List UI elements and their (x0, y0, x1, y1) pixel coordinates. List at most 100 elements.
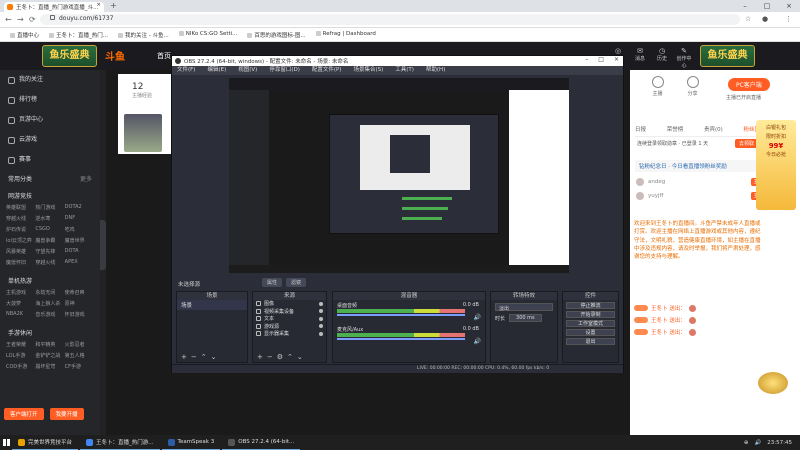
category-link[interactable]: NBA2K (6, 311, 35, 318)
star-icon[interactable]: ☆ (745, 15, 751, 23)
category-link[interactable]: 大菠萝 (6, 300, 35, 307)
minimize-button[interactable]: – (734, 0, 756, 12)
category-link[interactable]: 金铲铲之战 (35, 352, 64, 359)
douyu-logo[interactable]: 斗鱼 (105, 48, 125, 63)
category-link[interactable]: 音乐游戏 (35, 311, 64, 318)
category-link[interactable]: 炉石传说 (6, 226, 35, 233)
category-link[interactable]: 使命召唤 (65, 289, 94, 296)
bookmark[interactable]: 直播中心 (10, 31, 39, 39)
category-link[interactable]: 穿越火线 (35, 259, 64, 266)
header-icon-item[interactable]: ✎ 创作中心 (676, 47, 692, 69)
category-link[interactable]: 风暴英雄 (6, 248, 35, 255)
bookmark[interactable]: 我的关注 - 斗鱼... (118, 31, 169, 39)
category-link[interactable]: 原神 (65, 300, 94, 307)
category-link[interactable]: APEX (65, 259, 94, 266)
category-link[interactable]: 王者荣耀 (6, 341, 35, 348)
obs-maximize-button[interactable]: □ (598, 56, 604, 63)
taskbar-item[interactable]: 完美世界竞技平台 (12, 435, 79, 450)
speaker-icon[interactable]: 🔊 (474, 338, 481, 345)
new-tab-button[interactable]: + (110, 1, 117, 10)
source-item[interactable]: 文本 (253, 315, 326, 323)
category-link[interactable]: CF手游 (65, 363, 94, 370)
add-icon[interactable]: + (257, 353, 263, 362)
eye-icon[interactable] (319, 316, 323, 321)
sidebar-item-rank[interactable]: 排行榜 (0, 90, 100, 110)
menu-icon[interactable]: ⋮ (785, 15, 792, 23)
sidebar-item-follow[interactable]: 我的关注 (0, 70, 100, 90)
category-link[interactable]: DNF (65, 215, 94, 222)
open-client-button[interactable]: 客户端打开 (4, 408, 44, 420)
maximize-button[interactable]: □ (756, 0, 778, 12)
category-link[interactable]: lol云顶之弈 (6, 237, 35, 244)
url-input[interactable]: douyu.com/61737 (40, 14, 740, 25)
event-logo-right[interactable]: 鱼乐盛典 (700, 45, 755, 67)
gear-icon[interactable]: ⚙ (277, 353, 283, 362)
category-link[interactable]: 主机游戏 (6, 289, 35, 296)
settings-button[interactable]: 设置 (566, 329, 615, 336)
sidebar-item-esports[interactable]: 赛事 (0, 150, 100, 170)
obs-menu-item[interactable]: 视图(V) (238, 66, 257, 75)
forward-icon[interactable]: → (17, 15, 24, 24)
category-link[interactable]: 和平精英 (35, 341, 64, 348)
obs-menu-item[interactable]: 帮助(H) (426, 66, 445, 75)
back-icon[interactable]: ← (5, 15, 12, 24)
tab-honor[interactable]: 荣誉榜 (667, 125, 684, 133)
down-icon[interactable]: ⌄ (297, 353, 303, 362)
header-icon-item[interactable]: ◷ 历史 (654, 47, 670, 69)
obs-menu-item[interactable]: 场景集合(S) (353, 66, 383, 75)
category-link[interactable]: 吃鸡 (65, 226, 94, 233)
network-icon[interactable]: ⊕ (744, 440, 749, 446)
category-link[interactable]: 穿越火线 (6, 215, 35, 222)
obs-menu-item[interactable]: 编辑(E) (207, 66, 226, 75)
tab-close-icon[interactable]: × (96, 2, 101, 8)
category-link[interactable]: DOTA (65, 248, 94, 255)
duration-input[interactable]: 300 ms (509, 314, 542, 322)
tab-vip[interactable]: 贵宾(0) (704, 125, 723, 133)
category-link[interactable]: DOTA2 (65, 204, 94, 211)
taskbar-item[interactable]: TeamSpeak 3 (161, 435, 221, 450)
bookmark[interactable]: 王冬卜：直播_热门... (49, 31, 108, 39)
add-icon[interactable]: + (181, 353, 187, 362)
clock[interactable]: 23:57:45 (767, 440, 792, 446)
pc-client-button[interactable]: PC客户端 (728, 78, 770, 91)
category-link[interactable]: 怀旧游戏 (65, 311, 94, 318)
event-logo-left[interactable]: 鱼乐盛典 (42, 45, 97, 67)
obs-menu-item[interactable]: 配置文件(P) (312, 66, 342, 75)
obs-menu-item[interactable]: 停靠窗口(D) (269, 66, 300, 75)
category-link[interactable]: 热门游戏 (35, 204, 64, 211)
category-link[interactable]: 逆水寒 (35, 215, 64, 222)
room-action[interactable]: 分享 (686, 76, 699, 97)
remove-icon[interactable]: − (191, 353, 197, 362)
eye-icon[interactable] (319, 301, 323, 306)
anchor-avatar[interactable] (124, 114, 162, 152)
studio-mode-button[interactable]: 工作室模式 (566, 320, 615, 327)
category-link[interactable]: COD手游 (6, 363, 35, 370)
speaker-icon[interactable]: 🔊 (474, 314, 481, 321)
eye-icon[interactable] (319, 324, 323, 329)
sidebar-item-cloudgame[interactable]: 云游戏 (0, 130, 100, 150)
taskbar-item[interactable]: 王冬卜：直播_热门游... (80, 435, 160, 450)
volume-slider[interactable] (337, 314, 465, 316)
category-link[interactable]: 第五人格 (65, 352, 94, 359)
scene-item[interactable]: 场景 (177, 300, 247, 310)
promo-banner[interactable]: 白银礼包 限时折扣 99¥ 今日必抢 (756, 120, 796, 210)
remove-icon[interactable]: − (267, 353, 273, 362)
source-item[interactable]: 视频采集设备 (253, 308, 326, 316)
sidebar-item-webgame[interactable]: 页游中心 (0, 110, 100, 130)
claim-button[interactable]: 去领取 (734, 139, 758, 148)
obs-menu-item[interactable]: 工具(T) (395, 66, 414, 75)
room-action[interactable]: 主播 (651, 76, 664, 97)
category-link[interactable]: 守望先锋 (35, 248, 64, 255)
eye-icon[interactable] (319, 331, 323, 336)
category-link[interactable]: 魔兽争霸 (35, 237, 64, 244)
up-icon[interactable]: ⌃ (201, 353, 207, 362)
category-link[interactable]: 崩坏星穹 (35, 363, 64, 370)
source-item[interactable]: 显示器采集 (253, 330, 326, 338)
filters-button[interactable]: 滤镜 (286, 278, 307, 287)
start-live-button[interactable]: 我要开播 (49, 408, 84, 420)
nav-home[interactable]: 首页 (157, 51, 171, 61)
category-link[interactable]: 魔兽怀旧 (6, 259, 35, 266)
fans-anniversary-banner[interactable]: 钻粉纪念日 · 今日看直播领粉丝奖励 (635, 160, 760, 172)
properties-button[interactable]: 属性 (262, 278, 283, 287)
reload-icon[interactable]: ⟳ (29, 15, 36, 24)
